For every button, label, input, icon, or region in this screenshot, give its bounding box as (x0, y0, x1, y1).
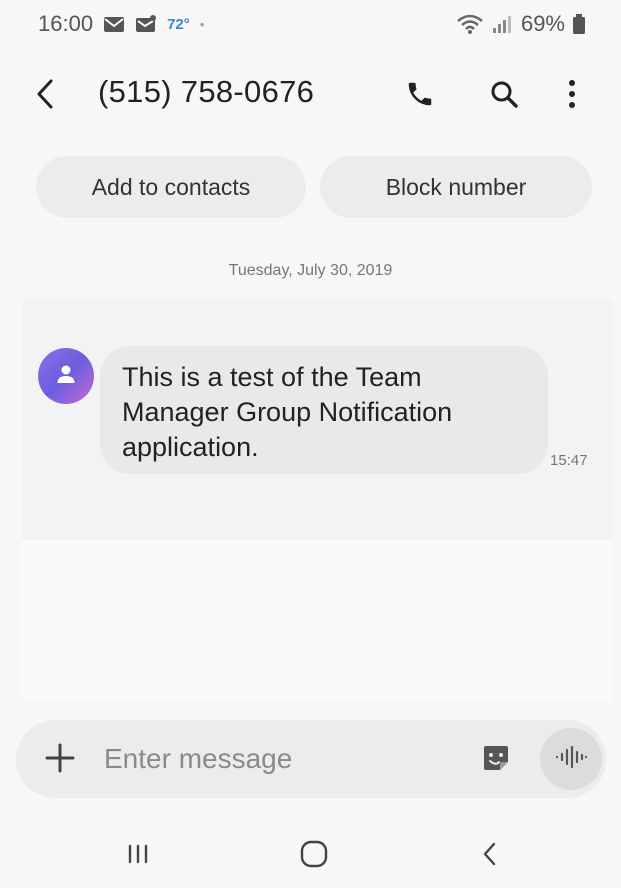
date-separator: Tuesday, July 30, 2019 (228, 262, 393, 279)
search-button[interactable] (484, 76, 524, 116)
message-row: This is a test of the Team Manager Group… (22, 300, 612, 540)
phone-icon (405, 79, 435, 114)
mail-icon (103, 16, 125, 33)
voice-input-button[interactable] (540, 728, 602, 790)
signal-icon (491, 14, 513, 34)
message-line: This is a test of the Team (122, 362, 422, 392)
conversation-header: (515) 758-0676 (0, 56, 621, 136)
action-chips: Add to contacts Block number (0, 156, 621, 220)
more-options-button[interactable] (552, 76, 592, 116)
page-title: (515) 758-0676 (98, 74, 315, 109)
battery-level: 69% (520, 11, 565, 36)
status-right: 69% (457, 11, 585, 37)
weather-icon: 72° (167, 15, 190, 33)
call-button[interactable] (400, 76, 440, 116)
back-arrow-icon (36, 79, 54, 114)
add-to-contacts-button[interactable]: Add to contacts (36, 156, 306, 218)
sticker-button[interactable] (476, 740, 516, 780)
message-line: Manager Group Notification (122, 397, 453, 427)
home-icon (299, 839, 329, 874)
search-icon (489, 79, 519, 114)
notification-dot: • (199, 16, 205, 32)
battery-icon (573, 14, 585, 34)
wifi-icon (457, 14, 483, 34)
recents-button[interactable] (116, 834, 160, 878)
back-button[interactable] (30, 76, 60, 116)
message-bubble[interactable]: This is a test of the Team Manager Group… (100, 346, 548, 474)
recents-icon (124, 840, 152, 873)
attach-button[interactable] (40, 740, 80, 780)
home-button[interactable] (292, 834, 336, 878)
person-icon (54, 362, 78, 391)
message-list: This is a test of the Team Manager Group… (22, 300, 612, 702)
back-icon (480, 840, 500, 873)
block-number-button[interactable]: Block number (320, 156, 592, 218)
voice-icon (554, 745, 588, 774)
status-bar: 16:00 72° • 69% (0, 0, 621, 48)
avatar[interactable] (38, 348, 94, 404)
status-time: 16:00 (38, 11, 94, 36)
sticker-icon (480, 742, 512, 779)
more-vert-icon (567, 79, 577, 114)
nav-back-button[interactable] (468, 834, 512, 878)
message-timestamp: 15:47 (550, 452, 588, 469)
status-left: 16:00 72° • (38, 11, 205, 37)
system-navigation-bar (0, 816, 621, 888)
message-composer (16, 720, 606, 798)
message-input[interactable] (104, 736, 444, 782)
message-icon (135, 14, 157, 34)
message-line: application. (122, 432, 259, 462)
plus-icon (44, 742, 76, 779)
